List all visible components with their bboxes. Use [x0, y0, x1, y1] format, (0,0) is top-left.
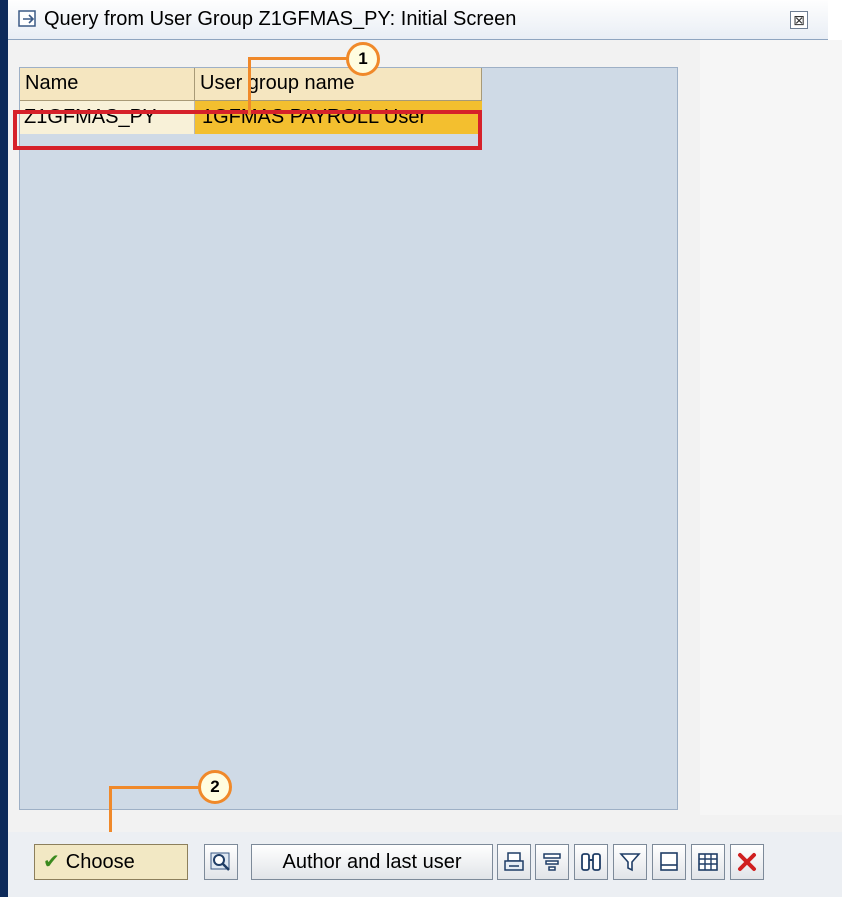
callout-2-line-h	[109, 786, 201, 789]
filter-icon[interactable]	[613, 844, 647, 880]
row-highlight	[13, 110, 482, 150]
callout-1-badge: 1	[346, 42, 380, 76]
callout-2-badge: 2	[198, 770, 232, 804]
window-title: Query from User Group Z1GFMAS_PY: Initia…	[44, 8, 517, 30]
dialog-icon	[18, 10, 36, 27]
sort-icon[interactable]	[535, 844, 569, 880]
dialog-window: Query from User Group Z1GFMAS_PY: Initia…	[0, 0, 842, 897]
left-border	[0, 0, 8, 897]
column-header-name[interactable]: Name	[20, 68, 195, 101]
choose-button-label: Choose	[65, 851, 135, 873]
user-group-grid: Name User group name Z1GFMAS_PY 1GFMAS P…	[19, 67, 678, 810]
find-icon[interactable]	[574, 844, 608, 880]
title-bar: Query from User Group Z1GFMAS_PY: Initia…	[8, 0, 842, 40]
close-icon[interactable]: ⊠	[790, 11, 808, 29]
checkmark-icon: ✔	[43, 851, 60, 873]
callout-1-line-h	[248, 57, 348, 60]
export-icon[interactable]	[652, 844, 686, 880]
print-icon[interactable]	[497, 844, 531, 880]
choose-button[interactable]: ✔ Choose	[34, 844, 188, 880]
search-icon[interactable]	[204, 844, 238, 880]
author-and-last-user-button[interactable]: Author and last user	[251, 844, 493, 880]
table-icon[interactable]	[691, 844, 725, 880]
right-panel	[700, 40, 842, 815]
grid-header: Name User group name	[20, 68, 482, 101]
cancel-icon[interactable]	[730, 844, 764, 880]
callout-1-line-v	[248, 57, 251, 115]
column-header-user-group-name[interactable]: User group name	[195, 68, 482, 101]
bottom-toolbar: ✔ Choose Author and last user	[8, 832, 842, 897]
